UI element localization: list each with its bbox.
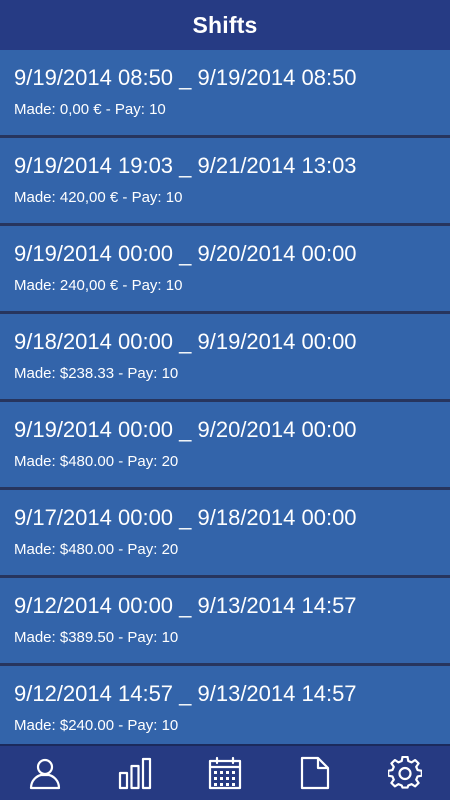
shift-date-range: 9/18/2014 00:00 _ 9/19/2014 00:00 [14, 329, 357, 354]
shift-summary: Made: $238.33 - Pay: 10 [14, 365, 179, 382]
nav-settings-button[interactable] [360, 746, 450, 800]
nav-calendar-button[interactable] [180, 746, 270, 800]
page-title: Shifts [192, 11, 258, 38]
app-window: Shifts 9/19/2014 08:50 _ 9/19/2014 08:50… [0, 0, 450, 800]
shift-date-range: 9/19/2014 00:00 _ 9/20/2014 00:00 [14, 241, 357, 266]
shift-date-range: 9/12/2014 14:57 _ 9/13/2014 14:57 [14, 681, 357, 706]
nav-report-button[interactable] [270, 746, 360, 800]
nav-profile-button[interactable] [0, 746, 90, 800]
document-icon [300, 756, 330, 790]
shift-row[interactable]: 9/17/2014 00:00 _ 9/18/2014 00:00 Made: … [0, 490, 450, 575]
shift-row[interactable]: 9/12/2014 00:00 _ 9/13/2014 14:57 Made: … [0, 578, 450, 663]
shift-row[interactable]: 9/12/2014 14:57 _ 9/13/2014 14:57 Made: … [0, 666, 450, 744]
bottom-nav-bar [0, 744, 450, 800]
shift-row[interactable]: 9/19/2014 00:00 _ 9/20/2014 00:00 Made: … [0, 226, 450, 311]
shift-summary: Made: 240,00 € - Pay: 10 [14, 277, 183, 294]
calendar-icon [208, 756, 242, 790]
bar-chart-icon [118, 757, 152, 790]
shift-date-range: 9/12/2014 00:00 _ 9/13/2014 14:57 [14, 593, 357, 618]
shift-summary: Made: $240.00 - Pay: 10 [14, 717, 179, 734]
shift-date-range: 9/19/2014 19:03 _ 9/21/2014 13:03 [14, 153, 357, 178]
shift-summary: Made: $480.00 - Pay: 20 [14, 541, 179, 558]
shift-summary: Made: 0,00 € - Pay: 10 [14, 101, 166, 118]
shift-date-range: 9/19/2014 08:50 _ 9/19/2014 08:50 [14, 65, 357, 90]
shift-row[interactable]: 9/19/2014 19:03 _ 9/21/2014 13:03 Made: … [0, 138, 450, 223]
shift-date-range: 9/19/2014 00:00 _ 9/20/2014 00:00 [14, 417, 357, 442]
shift-row[interactable]: 9/19/2014 00:00 _ 9/20/2014 00:00 Made: … [0, 402, 450, 487]
header-bar: Shifts [0, 0, 450, 50]
shift-row[interactable]: 9/18/2014 00:00 _ 9/19/2014 00:00 Made: … [0, 314, 450, 399]
user-icon [29, 758, 61, 790]
shift-summary: Made: $480.00 - Pay: 20 [14, 453, 179, 470]
shift-summary: Made: $389.50 - Pay: 10 [14, 629, 179, 646]
shift-row[interactable]: 9/19/2014 08:50 _ 9/19/2014 08:50 Made: … [0, 50, 450, 135]
shift-date-range: 9/17/2014 00:00 _ 9/18/2014 00:00 [14, 505, 357, 530]
nav-stats-button[interactable] [90, 746, 180, 800]
gear-icon [388, 756, 422, 789]
shift-list[interactable]: 9/19/2014 08:50 _ 9/19/2014 08:50 Made: … [0, 50, 450, 744]
shift-summary: Made: 420,00 € - Pay: 10 [14, 189, 183, 206]
